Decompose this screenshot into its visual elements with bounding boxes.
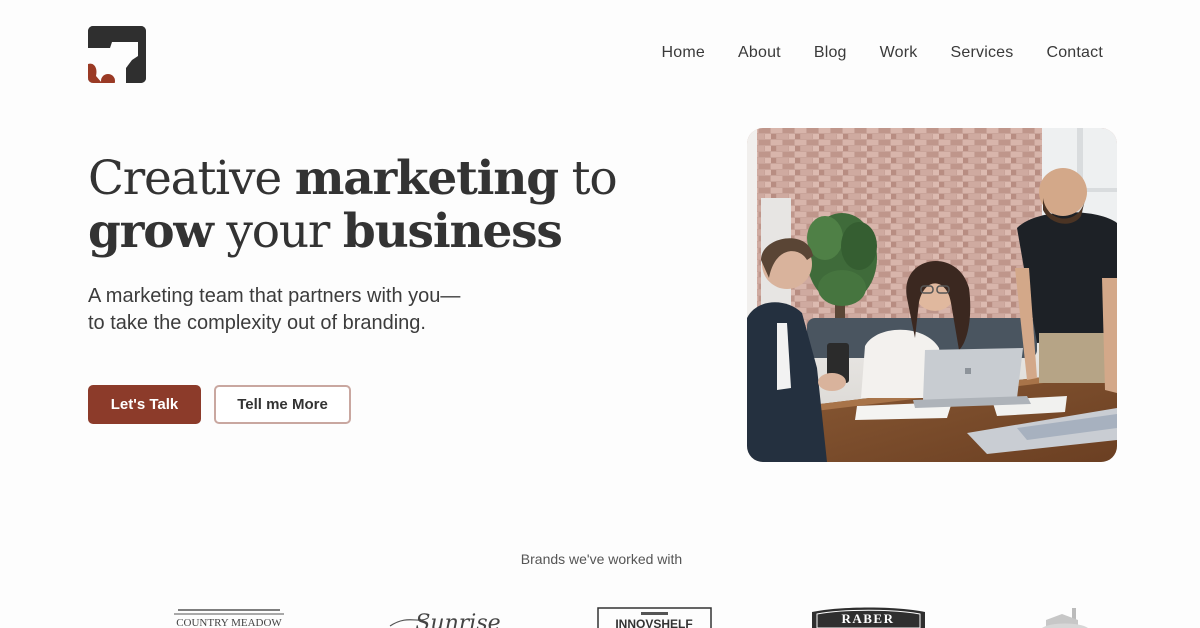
brand-logo-text: INNOVSHELF (615, 617, 692, 628)
hero-subtitle: A marketing team that partners with you—… (88, 283, 548, 337)
headline-word: Creative (88, 151, 295, 206)
nav-home-link[interactable]: Home (662, 44, 705, 62)
hero-team-photo (747, 128, 1117, 462)
headline-word: to (557, 151, 618, 206)
brand-logo-text: Sunrise (415, 611, 500, 628)
brand-logo-text: RABER (841, 611, 894, 626)
farm-icon (1040, 604, 1090, 628)
brand-logo-innovshelf: INNOVSHELF (597, 604, 712, 628)
headline-word: grow (88, 204, 214, 259)
site-logo[interactable] (88, 26, 146, 83)
main-nav: Home About Blog Work Services Contact (662, 44, 1103, 62)
headline-word: your (212, 204, 343, 259)
subtitle-line: A marketing team that partners with you— (88, 285, 461, 307)
nav-services-link[interactable]: Services (951, 44, 1014, 62)
headline-word: marketing (294, 151, 559, 206)
subtitle-line: to take the complexity out of branding. (88, 312, 426, 334)
brand-logo-country-meadow: COUNTRY MEADOW (174, 604, 284, 628)
brand-logo-sunrise: Sunrise (388, 604, 500, 628)
lets-talk-button[interactable]: Let's Talk (88, 385, 201, 424)
hero-headline: Creative marketing to grow your business (88, 152, 688, 258)
nav-contact-link[interactable]: Contact (1046, 44, 1103, 62)
brands-heading: Brands we've worked with (520, 551, 683, 567)
headline-word: business (342, 204, 563, 259)
nav-work-link[interactable]: Work (880, 44, 918, 62)
brand-logo-text: COUNTRY MEADOW (176, 617, 282, 628)
brand-logo-raber: RABER (811, 604, 926, 628)
nav-blog-link[interactable]: Blog (814, 44, 847, 62)
nav-about-link[interactable]: About (738, 44, 781, 62)
tell-me-more-button[interactable]: Tell me More (214, 385, 351, 424)
